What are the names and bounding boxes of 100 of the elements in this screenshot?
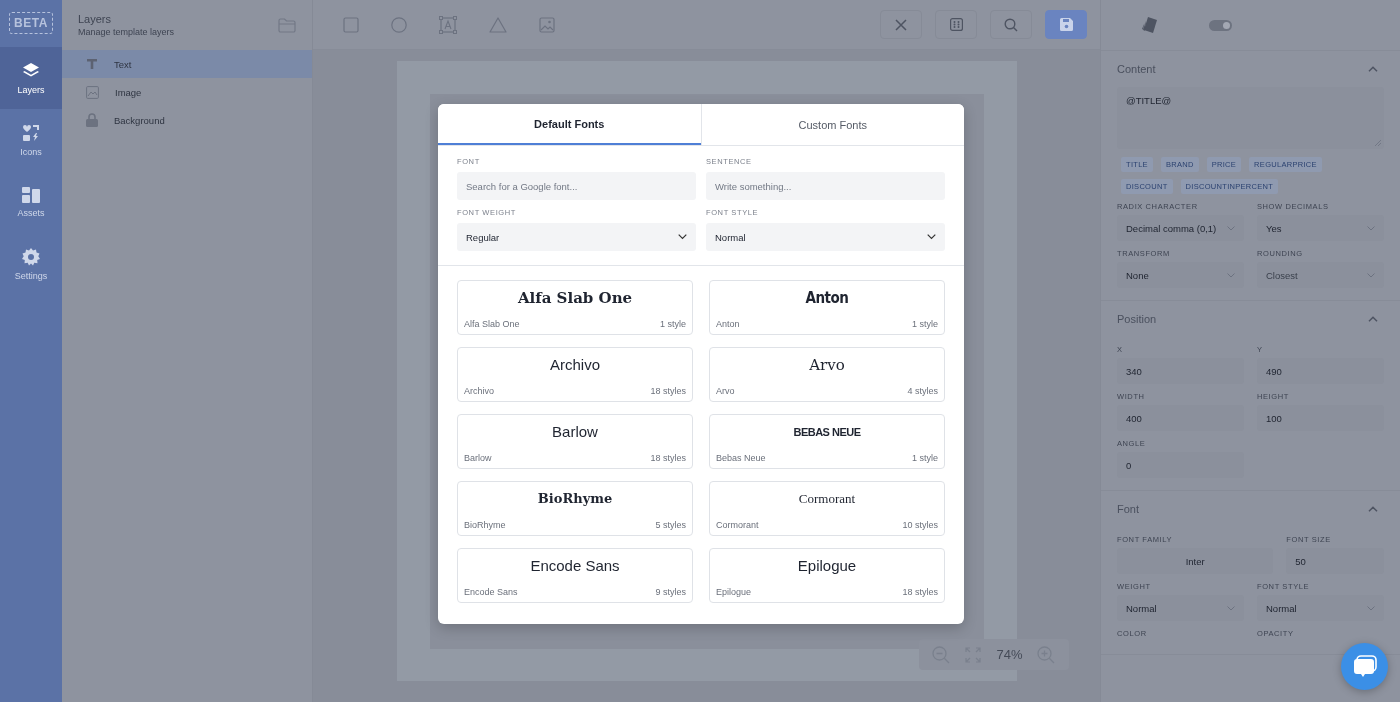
- grid-button[interactable]: [935, 10, 977, 39]
- chevron-up-icon[interactable]: [1368, 506, 1378, 512]
- input-field[interactable]: 100: [1257, 405, 1384, 431]
- style-count: 18 styles: [650, 386, 686, 396]
- font-preview: Barlow: [551, 422, 599, 442]
- font-name: Anton: [716, 319, 740, 329]
- font-preview: BEBAS NEUE: [792, 425, 862, 440]
- text-area[interactable]: @TITLE@: [1117, 87, 1384, 149]
- image-icon: [86, 85, 99, 99]
- style-count: 18 styles: [902, 587, 938, 597]
- chevron-up-icon[interactable]: [1368, 66, 1378, 72]
- style-count: 10 styles: [902, 520, 938, 530]
- font-preview: Encode Sans: [529, 556, 621, 576]
- font-name: Bebas Neue: [716, 453, 766, 463]
- tab[interactable]: Default Fonts: [438, 104, 701, 145]
- font-preview: Anton: [804, 288, 850, 308]
- font-card[interactable]: BioRhyme BioRhyme 5 styles: [457, 481, 693, 536]
- font-preview: Arvo: [808, 355, 846, 375]
- style-count: 18 styles: [650, 453, 686, 463]
- chevron-down-icon: [927, 234, 936, 240]
- section-title: Font: [1117, 503, 1139, 515]
- chevron-down-icon: [1227, 225, 1235, 231]
- font-preview: Epilogue: [796, 556, 858, 576]
- font-preview: Archivo: [549, 355, 601, 375]
- chevron-down-icon: [1227, 272, 1235, 278]
- panel-subtitle: Manage template layers: [78, 27, 175, 37]
- sidebar-item[interactable]: Layers: [0, 47, 62, 109]
- font-name: Arvo: [716, 386, 735, 396]
- dropdown[interactable]: None: [1117, 262, 1244, 288]
- circle-icon[interactable]: [391, 16, 407, 33]
- chevron-down-icon: [1367, 225, 1375, 231]
- save-button[interactable]: [1045, 10, 1087, 39]
- section-title: Content: [1117, 63, 1156, 75]
- font-name: BioRhyme: [464, 520, 506, 530]
- input-field[interactable]: 340: [1117, 358, 1244, 384]
- input-field[interactable]: 50: [1286, 548, 1384, 574]
- font-name: Epilogue: [716, 587, 752, 597]
- font-card[interactable]: Encode Sans Encode Sans 9 styles: [457, 548, 693, 603]
- style-count: 1 style: [912, 319, 938, 329]
- input-field[interactable]: 400: [1117, 405, 1244, 431]
- panel-title: Layers: [78, 13, 113, 25]
- dots-grid-icon: [949, 18, 963, 31]
- sidebar-item[interactable]: Settings: [0, 233, 62, 295]
- chat-bubbles-icon: [1351, 654, 1378, 679]
- input-field[interactable]: 0: [1117, 452, 1244, 478]
- font-card[interactable]: Cormorant Cormorant 10 styles: [709, 481, 945, 536]
- chevron-down-icon: [1227, 605, 1235, 611]
- style-count: 9 styles: [655, 587, 686, 597]
- folder-icon[interactable]: [278, 17, 296, 33]
- dropdown[interactable]: Normal: [1117, 595, 1244, 621]
- beta-logo: BETA: [9, 12, 53, 34]
- chevron-down-icon: [1367, 272, 1375, 278]
- tab[interactable]: Custom Fonts: [700, 104, 964, 145]
- chevron-down-icon: [1367, 605, 1375, 611]
- font-card[interactable]: Anton Anton 1 style: [709, 280, 945, 335]
- font-card[interactable]: Alfa Slab One Alfa Slab One 1 style: [457, 280, 693, 335]
- font-name: Encode Sans: [464, 587, 518, 597]
- sidebar-item[interactable]: Assets: [0, 171, 62, 233]
- settings-icon: [22, 247, 40, 266]
- search-button[interactable]: [990, 10, 1032, 39]
- font-card[interactable]: Archivo Archivo 18 styles: [457, 347, 693, 402]
- font-card[interactable]: Barlow Barlow 18 styles: [457, 414, 693, 469]
- layer-item[interactable]: Background: [62, 106, 312, 134]
- font-preview: BioRhyme: [536, 490, 614, 508]
- font-card[interactable]: Arvo Arvo 4 styles: [709, 347, 945, 402]
- text-box-icon[interactable]: [439, 15, 457, 34]
- chevron-up-icon[interactable]: [1368, 316, 1378, 322]
- style-count: 1 style: [912, 453, 938, 463]
- style-count: 1 style: [660, 319, 686, 329]
- dropdown[interactable]: Normal: [706, 223, 945, 251]
- layer-item[interactable]: Text: [62, 50, 312, 78]
- dropdown[interactable]: Normal: [1257, 595, 1384, 621]
- text-icon: [86, 58, 98, 70]
- dropdown[interactable]: Decimal comma (0,1): [1117, 215, 1244, 241]
- close-button[interactable]: [880, 10, 922, 39]
- dropdown[interactable]: Regular: [457, 223, 696, 251]
- input-field[interactable]: Inter: [1117, 548, 1274, 574]
- sidebar-item[interactable]: Icons: [0, 109, 62, 171]
- toggle-switch[interactable]: [1209, 19, 1232, 31]
- font-card[interactable]: BEBAS NEUE Bebas Neue 1 style: [709, 414, 945, 469]
- layer-item[interactable]: Image: [62, 78, 312, 106]
- shapes-icon: [22, 123, 40, 142]
- zoom-level: 74%: [996, 647, 1023, 662]
- input-field[interactable]: Search for a Google font...: [457, 172, 696, 200]
- font-name: Alfa Slab One: [464, 319, 520, 329]
- section-title: Position: [1117, 313, 1157, 325]
- search-icon: [1004, 17, 1018, 32]
- input-field[interactable]: Write something...: [706, 172, 945, 200]
- style-count: 4 styles: [907, 386, 938, 396]
- style-count: 5 styles: [655, 520, 686, 530]
- resize-handle-icon[interactable]: [1375, 140, 1381, 146]
- triangle-icon[interactable]: [489, 16, 507, 33]
- input-field[interactable]: 490: [1257, 358, 1384, 384]
- font-card[interactable]: Epilogue Epilogue 18 styles: [709, 548, 945, 603]
- lock-icon: [86, 113, 98, 127]
- square-icon[interactable]: [343, 16, 359, 33]
- font-name: Barlow: [464, 453, 492, 463]
- font-name: Archivo: [464, 386, 494, 396]
- image-icon[interactable]: [539, 16, 555, 33]
- dropdown[interactable]: Yes: [1257, 215, 1384, 241]
